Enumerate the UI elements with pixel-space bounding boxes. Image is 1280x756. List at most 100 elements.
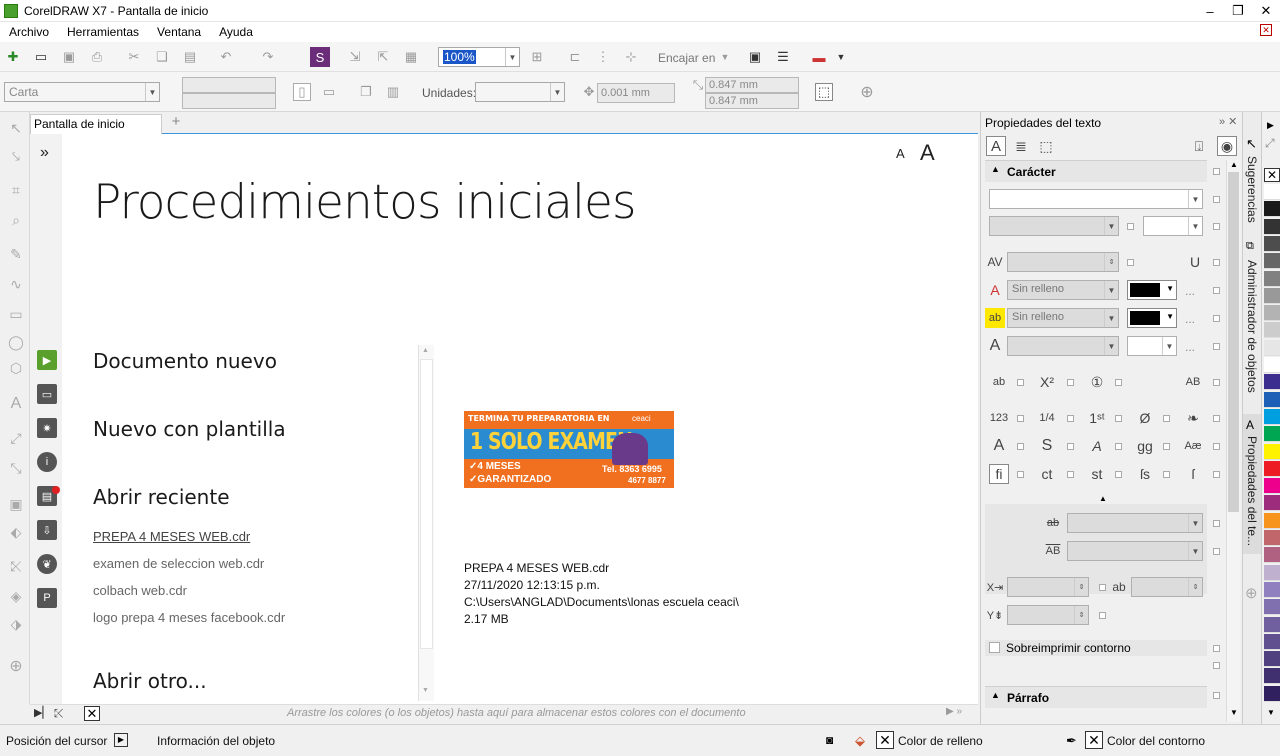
historical-forms-icon[interactable]: ſs xyxy=(1135,464,1155,484)
eyedropper-icon[interactable]: ⤪ xyxy=(54,706,64,721)
docker-scrollbar[interactable]: ▲ ▼ xyxy=(1226,160,1240,722)
docker-options-icon[interactable]: ⍗ xyxy=(1189,136,1209,156)
open-folder-icon[interactable]: ▭ xyxy=(32,48,50,66)
color-swatch[interactable] xyxy=(1264,616,1280,633)
menu-herramientas[interactable]: Herramientas xyxy=(58,25,148,39)
option-checkbox[interactable] xyxy=(1213,548,1220,555)
color-swatch[interactable] xyxy=(1264,374,1280,391)
titling-icon[interactable]: Aæ xyxy=(1183,436,1203,456)
discretionary-ligatures-icon[interactable]: ct xyxy=(1037,464,1057,484)
paste-icon[interactable]: ▤ xyxy=(181,48,199,66)
view-icon[interactable]: ◉ xyxy=(1217,136,1237,156)
zoom-level-select[interactable]: 100% ▼ xyxy=(438,47,520,67)
menu-archivo[interactable]: Archivo xyxy=(0,25,58,39)
option-checkbox[interactable] xyxy=(1067,379,1074,386)
palette-scroll-icon[interactable]: ▶ » xyxy=(946,706,962,717)
close-button[interactable]: ✕ xyxy=(1252,0,1280,22)
option-checkbox[interactable] xyxy=(1213,471,1220,478)
scroll-down-icon[interactable]: ▼ xyxy=(1230,708,1238,717)
option-checkbox[interactable] xyxy=(1115,471,1122,478)
color-swatch[interactable] xyxy=(1264,339,1280,356)
paragraph-section[interactable]: ▲ Párrafo xyxy=(985,686,1207,708)
whats-new-icon[interactable]: ✷ xyxy=(37,418,57,438)
monitor-icon[interactable]: ▭ xyxy=(37,384,57,404)
portrait-icon[interactable]: ▯ xyxy=(293,83,311,101)
crop-tool-icon[interactable]: ⌗ xyxy=(6,180,26,200)
option-checkbox[interactable] xyxy=(1099,612,1106,619)
all-pages-icon[interactable]: ❐ xyxy=(357,83,375,101)
rectangle-tool-icon[interactable]: ▭ xyxy=(6,304,26,324)
option-checkbox[interactable] xyxy=(1099,584,1106,591)
tab-welcome[interactable]: Pantalla de inicio xyxy=(30,114,162,134)
page-height-field[interactable] xyxy=(182,93,276,109)
color-swatch[interactable] xyxy=(1264,270,1280,287)
color-swatch[interactable] xyxy=(1264,564,1280,581)
download-icon[interactable]: ⇩ xyxy=(37,520,57,540)
slashed-zero-icon[interactable]: Ø xyxy=(1135,408,1155,428)
color-swatch[interactable] xyxy=(1264,357,1280,373)
minimize-button[interactable]: – xyxy=(1196,0,1224,22)
font-family-select[interactable]: ▼ xyxy=(989,189,1203,209)
tab-text-properties[interactable]: Propiedades del te... xyxy=(1245,436,1259,546)
units-select[interactable]: ▼ xyxy=(475,82,565,102)
color-swatch[interactable] xyxy=(1264,408,1280,425)
underline-icon[interactable]: U xyxy=(1185,252,1205,272)
nudge-distance-field[interactable]: 0.001 mm xyxy=(597,83,675,103)
overline-select[interactable]: ▼ xyxy=(1067,541,1203,561)
chevron-down-icon[interactable]: ▼ xyxy=(716,48,734,66)
kerning-field[interactable]: ⇕ xyxy=(1007,252,1119,272)
option-checkbox[interactable] xyxy=(1115,443,1122,450)
font-size-select[interactable]: ▼ xyxy=(1143,216,1203,236)
cut-icon[interactable]: ✂ xyxy=(125,48,143,66)
guidelines-icon[interactable]: ⊹ xyxy=(622,48,640,66)
color-swatch[interactable] xyxy=(1264,668,1280,685)
background-fill-select[interactable]: Sin relleno ▼ xyxy=(1007,308,1119,328)
color-swatch[interactable] xyxy=(1264,651,1280,668)
add-tab-button[interactable]: + xyxy=(166,114,186,132)
expand-nav-button[interactable]: » xyxy=(40,144,49,162)
open-other-link[interactable]: Abrir otro... xyxy=(93,669,207,693)
eyedropper-icon[interactable]: ⤪ xyxy=(6,556,26,576)
color-swatch[interactable] xyxy=(1264,391,1280,408)
color-swatch[interactable] xyxy=(1264,495,1280,512)
color-proof-icon[interactable]: ◙ xyxy=(826,733,833,747)
option-checkbox[interactable] xyxy=(1067,443,1074,450)
option-checkbox[interactable] xyxy=(1213,662,1220,669)
ligatures-icon[interactable]: fi xyxy=(989,464,1009,484)
artistic-media-icon[interactable]: ∿ xyxy=(6,274,26,294)
print-icon[interactable]: ⎙ xyxy=(88,48,106,66)
recent-scrollbar[interactable]: ▲ ▼ xyxy=(418,345,434,701)
fill-settings-button[interactable]: ... xyxy=(1185,284,1195,298)
section-toggle[interactable] xyxy=(1213,168,1220,175)
chevron-down-icon[interactable]: ▼ xyxy=(832,48,850,66)
section-toggle[interactable] xyxy=(1213,692,1220,699)
option-checkbox[interactable] xyxy=(1017,415,1024,422)
duplicate-x-field[interactable]: 0.847 mm xyxy=(705,77,799,93)
add-docker-icon[interactable]: ⊕ xyxy=(1245,584,1258,602)
tab-hints[interactable]: Sugerencias xyxy=(1245,156,1259,223)
scroll-thumb[interactable] xyxy=(1228,172,1239,512)
option-checkbox[interactable] xyxy=(1163,443,1170,450)
stylistic-set-icon[interactable]: gg xyxy=(1135,436,1155,456)
color-swatch[interactable] xyxy=(1264,443,1280,460)
option-checkbox[interactable] xyxy=(1067,471,1074,478)
background-color-picker[interactable]: ▼ xyxy=(1127,308,1177,328)
numerals-icon[interactable]: 123 xyxy=(989,408,1009,428)
smart-fill-icon[interactable]: ⬗ xyxy=(6,614,26,634)
fill-none-icon[interactable]: ✕ xyxy=(876,731,894,749)
palette-menu-icon[interactable]: ⤢ xyxy=(1265,136,1275,151)
new-from-template-link[interactable]: Nuevo con plantilla xyxy=(93,417,286,441)
font-style-select[interactable]: ▼ xyxy=(989,216,1119,236)
pick-tool-icon[interactable]: ↖ xyxy=(6,118,26,138)
add-icon[interactable]: ⊕ xyxy=(858,83,876,101)
treat-as-filled-icon[interactable]: ⬚ xyxy=(815,83,833,101)
uppercase-icon[interactable]: ab xyxy=(989,372,1009,392)
font-size-small-button[interactable]: A xyxy=(896,146,905,161)
color-swatch[interactable] xyxy=(1264,184,1280,200)
scroll-up-icon[interactable]: ▲ xyxy=(1230,160,1238,169)
shape-tool-icon[interactable]: ⤥ xyxy=(6,146,26,166)
numeral-position-icon[interactable]: ① xyxy=(1087,372,1107,392)
new-document-link[interactable]: Documento nuevo xyxy=(93,349,277,373)
current-page-icon[interactable]: ▥ xyxy=(384,83,402,101)
outline-width-select[interactable]: ▼ xyxy=(1007,336,1119,356)
